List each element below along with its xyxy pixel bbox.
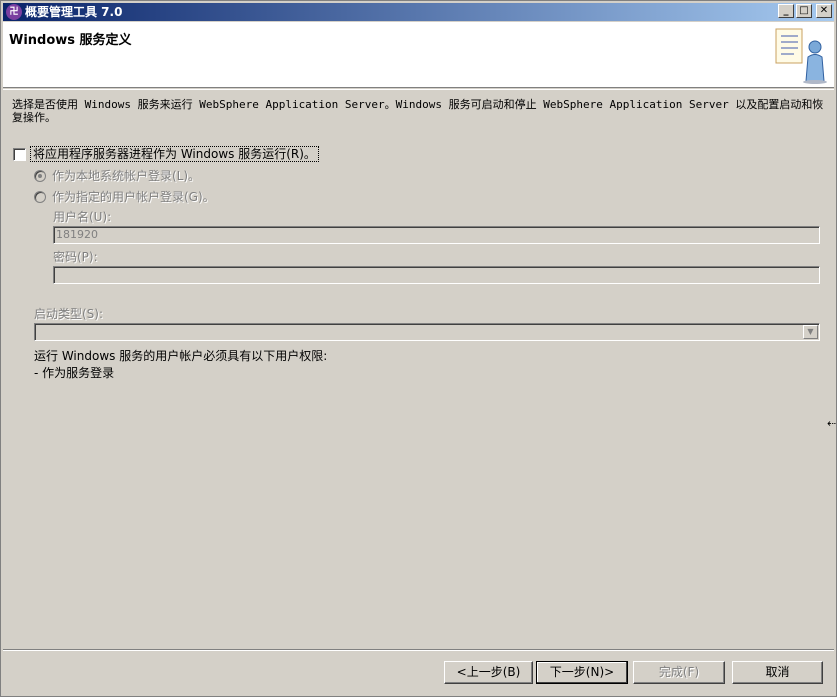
minimize-button[interactable]: _ (778, 4, 794, 18)
password-input[interactable] (53, 266, 820, 284)
maximize-button[interactable]: □ (796, 4, 812, 18)
page-title: Windows 服务定义 (9, 33, 132, 48)
username-label: 用户名(U): (53, 210, 112, 224)
run-as-service-label[interactable]: 将应用程序服务器进程作为 Windows 服务运行(R)。 (30, 146, 319, 162)
run-as-service-checkbox[interactable] (13, 147, 26, 161)
chevron-down-icon[interactable]: ▼ (803, 325, 818, 339)
specified-user-radio[interactable] (34, 190, 46, 203)
description-text: 选择是否使用 Windows 服务来运行 WebSphere Applicati… (12, 98, 824, 124)
wizard-window: 卍 概要管理工具 7.0 _ □ ✕ Windows 服务定义 选择是否使用 W… (0, 0, 837, 697)
user-right-item: - 作为服务登录 (34, 366, 115, 380)
startup-type-label: 启动类型(S): (34, 307, 104, 321)
password-label: 密码(P): (53, 250, 98, 264)
cancel-button[interactable]: 取消 (732, 661, 823, 684)
specified-user-row: 作为指定的用户帐户登录(G)。 (34, 188, 215, 205)
footer-divider-highlight (3, 650, 834, 651)
back-button[interactable]: <上一步(B) (444, 661, 533, 684)
app-icon: 卍 (6, 4, 22, 20)
specified-user-label: 作为指定的用户帐户登录(G)。 (52, 190, 215, 204)
finish-button[interactable]: 完成(F) (633, 661, 725, 684)
user-rights-heading: 运行 Windows 服务的用户帐户必须具有以下用户权限: (34, 349, 328, 363)
window-title: 概要管理工具 7.0 (25, 5, 123, 19)
run-as-service-row: 将应用程序服务器进程作为 Windows 服务运行(R)。 (13, 146, 319, 162)
wizard-header: Windows 服务定义 (3, 22, 834, 88)
local-system-label: 作为本地系统帐户登录(L)。 (52, 169, 201, 183)
username-input[interactable]: 181920 (53, 226, 820, 244)
local-system-row: 作为本地系统帐户登录(L)。 (34, 167, 200, 184)
startup-type-select[interactable]: ▼ (34, 323, 820, 341)
wizard-document-person-icon (775, 28, 827, 84)
header-divider (3, 89, 834, 90)
close-button[interactable]: ✕ (816, 4, 832, 18)
title-buttons: _ □ ✕ (778, 4, 832, 18)
local-system-radio[interactable] (34, 169, 46, 182)
cursor-icon: ⇠ (827, 417, 837, 430)
next-button[interactable]: 下一步(N)> (536, 661, 628, 684)
title-bar[interactable]: 卍 概要管理工具 7.0 _ □ ✕ (3, 3, 834, 21)
